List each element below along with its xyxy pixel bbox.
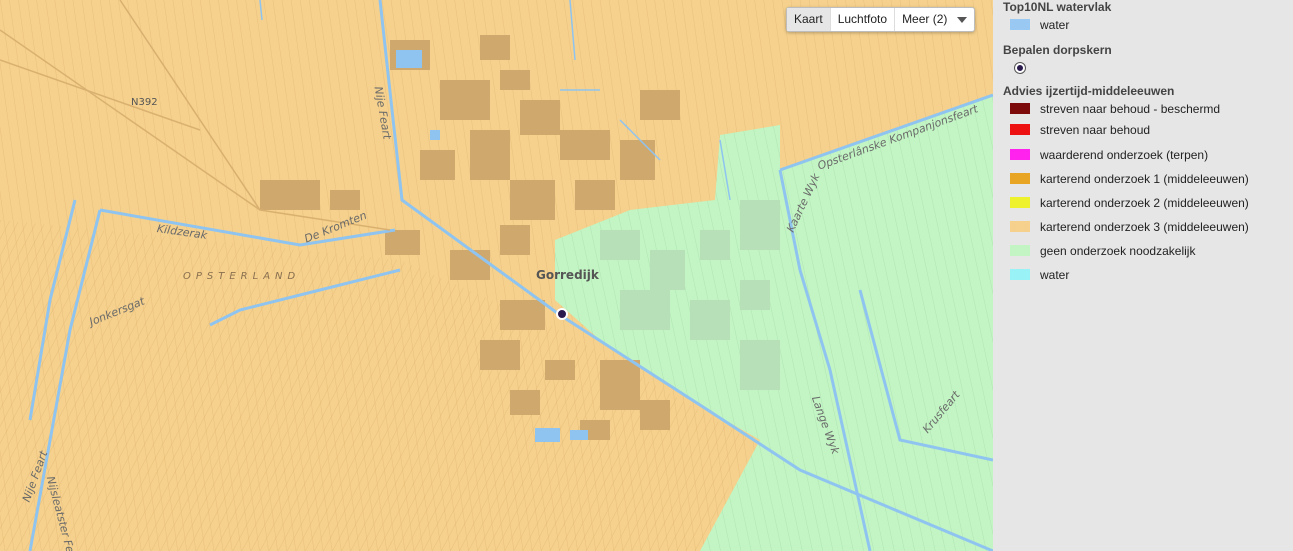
legend-swatch [1010, 269, 1030, 280]
map-canvas[interactable]: Gorredijk OPSTERLAND N392 Nije Feart Kil… [0, 0, 993, 551]
legend-swatch [1010, 245, 1030, 256]
legend-group-title: Advies ijzertijd-middeleeuwen [1003, 84, 1175, 98]
road-label-n392: N392 [131, 97, 158, 108]
legend-item-label: karterend onderzoek 2 (middeleeuwen) [1040, 195, 1249, 210]
legend-group-advies: Advies ijzertijd-middeleeuwen streven na… [1003, 84, 1283, 285]
legend-swatch [1010, 173, 1030, 184]
legend-swatch [1010, 149, 1030, 160]
legend-item: streven naar behoud [1003, 119, 1283, 140]
legend-swatch [1010, 19, 1030, 30]
legend-item-label: geen onderzoek noodzakelijk [1040, 243, 1196, 258]
legend-item: karterend onderzoek 2 (middeleeuwen) [1003, 192, 1283, 213]
map-type-meer-button[interactable]: Meer (2) [895, 8, 974, 31]
legend-item: karterend onderzoek 1 (middeleeuwen) [1003, 168, 1283, 189]
dot-marker-icon [1015, 62, 1025, 73]
legend-item: water [1003, 14, 1283, 35]
map-type-luchtfoto-button[interactable]: Luchtfoto [831, 8, 896, 31]
legend-group-dorpskern: Bepalen dorpskern [1003, 43, 1283, 78]
region-label-opsterland: OPSTERLAND [183, 271, 301, 282]
map-type-kaart-button[interactable]: Kaart [787, 8, 831, 31]
legend-item-label: karterend onderzoek 3 (middeleeuwen) [1040, 219, 1249, 234]
legend-item: waarderend onderzoek (terpen) [1003, 144, 1283, 165]
legend-swatch [1010, 197, 1030, 208]
legend-item-label: water [1040, 17, 1070, 32]
legend-item: geen onderzoek noodzakelijk [1003, 240, 1283, 261]
legend-swatch [1010, 221, 1030, 232]
legend-item-label: waarderend onderzoek (terpen) [1040, 147, 1209, 162]
legend-item-label: streven naar behoud [1040, 122, 1151, 137]
legend-group-title: Bepalen dorpskern [1003, 43, 1112, 57]
legend-item [1003, 57, 1283, 78]
chevron-down-icon [957, 16, 968, 23]
legend-item: karterend onderzoek 3 (middeleeuwen) [1003, 216, 1283, 237]
legend-items: streven naar behoud - beschermd streven … [1003, 98, 1283, 285]
legend-item-label: streven naar behoud - beschermd [1040, 101, 1221, 116]
legend-item-label: water [1040, 267, 1070, 282]
legend-item: streven naar behoud - beschermd [1003, 98, 1283, 119]
map-svg [0, 0, 993, 551]
legend-item: water [1003, 264, 1283, 285]
legend-group-title: Top10NL watervlak [1003, 0, 1112, 14]
map-type-control: Kaart Luchtfoto Meer (2) [786, 7, 976, 32]
legend-swatch [1010, 124, 1030, 135]
legend-item-label: karterend onderzoek 1 (middeleeuwen) [1040, 171, 1249, 186]
map-type-meer-label: Meer (2) [902, 12, 948, 26]
legend-group-top10nl: Top10NL watervlak water [1003, 0, 1283, 35]
legend-swatch [1010, 103, 1030, 114]
place-label-gorredijk: Gorredijk [536, 268, 599, 282]
legend-panel: Top10NL watervlak water Bepalen dorpsker… [993, 0, 1293, 551]
dorpskern-marker [556, 308, 568, 320]
